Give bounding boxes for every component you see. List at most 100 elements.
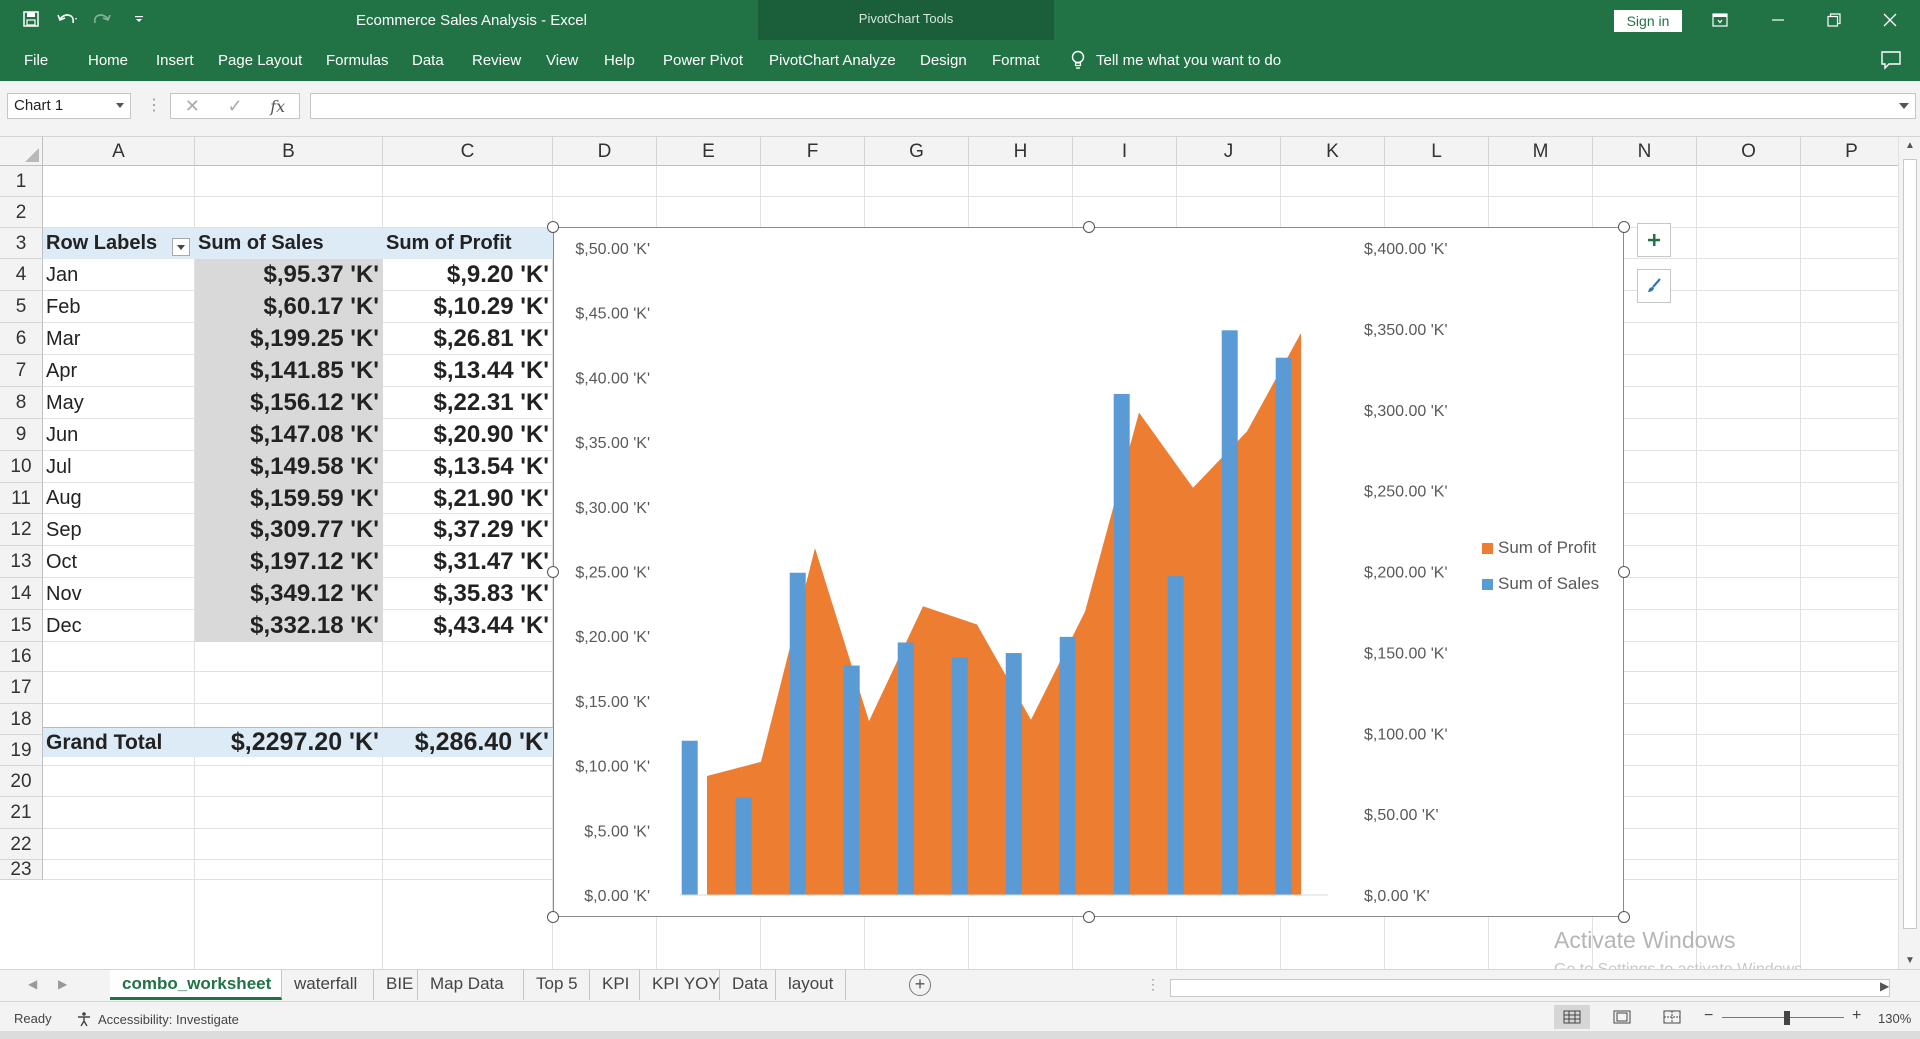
row-header-10[interactable]: 10	[0, 451, 43, 483]
row-header-8[interactable]: 8	[0, 387, 43, 419]
row-header-17[interactable]: 17	[0, 672, 43, 704]
pivot-profit-cell[interactable]: $,22.31 'K'	[383, 387, 553, 419]
pivot-profit-cell[interactable]: $,31.47 'K'	[383, 546, 553, 578]
grand-total-profit[interactable]: $,286.40 'K'	[383, 727, 553, 757]
row-header-20[interactable]: 20	[0, 766, 43, 797]
normal-view-button[interactable]	[1554, 1005, 1590, 1029]
formula-bar-resize-handle[interactable]: ⋮	[146, 95, 162, 115]
chart-resize-handle[interactable]	[547, 221, 559, 233]
worksheet-grid[interactable]: ABCDEFGHIJKLMNOP 1 2 3 4 5 6 7 8 9 10 11 12 13 14 15 16…	[0, 137, 1898, 969]
sign-in-button[interactable]: Sign in	[1614, 10, 1682, 32]
row-header-23[interactable]: 23	[0, 860, 43, 880]
tab-data[interactable]: Data	[412, 52, 444, 69]
row-header-14[interactable]: 14	[0, 578, 43, 610]
tab-split-handle[interactable]: ⋮	[1146, 976, 1160, 993]
tell-me-search[interactable]: Tell me what you want to do	[1070, 50, 1281, 70]
row-header-6[interactable]: 6	[0, 323, 43, 355]
chart-elements-button[interactable]	[1637, 223, 1671, 257]
zoom-in-button[interactable]: +	[1852, 1007, 1861, 1025]
row-header-5[interactable]: 5	[0, 291, 43, 323]
scroll-right-icon[interactable]: ▶	[1880, 979, 1889, 993]
sheet-tab-kpi-yoy[interactable]: KPI YOY	[640, 970, 720, 1000]
column-header-a[interactable]: A	[43, 137, 195, 166]
name-box[interactable]: Chart 1	[7, 93, 131, 119]
pivot-sales-cell[interactable]: $,149.58 'K'	[195, 451, 383, 483]
tab-page-layout[interactable]: Page Layout	[218, 52, 302, 69]
pivot-profit-cell[interactable]: $,13.44 'K'	[383, 355, 553, 387]
save-icon[interactable]	[20, 8, 42, 30]
pivot-row-label[interactable]: Nov	[43, 578, 195, 610]
pivot-row-label[interactable]: Apr	[43, 355, 195, 387]
column-header-i[interactable]: I	[1073, 137, 1177, 166]
column-header-h[interactable]: H	[969, 137, 1073, 166]
sheet-tab-kpi[interactable]: KPI	[590, 970, 640, 1000]
chart-resize-handle[interactable]	[1618, 566, 1630, 578]
select-all-button[interactable]	[0, 137, 43, 166]
sheet-tab-waterfall[interactable]: waterfall	[282, 970, 374, 1000]
column-header-c[interactable]: C	[383, 137, 553, 166]
tab-home[interactable]: Home	[88, 52, 128, 69]
column-header-d[interactable]: D	[553, 137, 657, 166]
sheet-tab-layout[interactable]: layout	[776, 970, 846, 1000]
horizontal-scrollbar[interactable]	[1170, 979, 1890, 997]
sheet-tab-bie[interactable]: BIE	[374, 970, 418, 1000]
row-header-18[interactable]: 18	[0, 704, 43, 735]
column-header-n[interactable]: N	[1593, 137, 1697, 166]
pivot-row-label[interactable]: Oct	[43, 546, 195, 578]
column-header-f[interactable]: F	[761, 137, 865, 166]
row-header-3[interactable]: 3	[0, 228, 43, 259]
close-icon[interactable]	[1876, 6, 1904, 34]
cancel-entry-icon[interactable]: ✕	[185, 96, 200, 117]
redo-icon[interactable]	[92, 8, 114, 30]
column-header-j[interactable]: J	[1177, 137, 1281, 166]
vertical-scroll-thumb[interactable]	[1903, 159, 1917, 929]
column-header-b[interactable]: B	[195, 137, 383, 166]
pivot-header-profit[interactable]: Sum of Profit	[383, 228, 553, 259]
chart-resize-handle[interactable]	[1082, 911, 1095, 923]
pivot-row-label[interactable]: May	[43, 387, 195, 419]
expand-formula-bar-icon[interactable]	[1899, 103, 1909, 109]
tab-view[interactable]: View	[546, 52, 578, 69]
pivot-profit-cell[interactable]: $,43.44 'K'	[383, 610, 553, 642]
row-header-11[interactable]: 11	[0, 483, 43, 514]
row-header-4[interactable]: 4	[0, 259, 43, 291]
zoom-slider-thumb[interactable]	[1784, 1011, 1790, 1025]
vertical-scrollbar[interactable]: ▲ ▼	[1898, 137, 1920, 969]
pivot-profit-cell[interactable]: $,35.83 'K'	[383, 578, 553, 610]
pivot-chart[interactable]: $,0.00 'K' $,5.00 'K' $,10.00 'K' $,15.00 '…	[553, 227, 1624, 917]
pivot-profit-cell[interactable]: $,21.90 'K'	[383, 483, 553, 514]
pivot-sales-cell[interactable]: $,309.77 'K'	[195, 514, 383, 546]
scroll-down-icon[interactable]: ▼	[1905, 955, 1915, 966]
pivot-profit-cell[interactable]: $,13.54 'K'	[383, 451, 553, 483]
formula-input[interactable]	[310, 93, 1916, 119]
row-header-7[interactable]: 7	[0, 355, 43, 387]
tab-help[interactable]: Help	[604, 52, 635, 69]
column-header-m[interactable]: M	[1489, 137, 1593, 166]
insert-function-button[interactable]: fx	[270, 97, 285, 116]
column-header-k[interactable]: K	[1281, 137, 1385, 166]
chart-resize-handle[interactable]	[1082, 221, 1095, 233]
customize-toolbar-icon[interactable]	[128, 8, 150, 30]
row-header-2[interactable]: 2	[0, 197, 43, 228]
grand-total-label[interactable]: Grand Total	[43, 727, 195, 757]
page-layout-view-button[interactable]	[1604, 1005, 1640, 1029]
row-header-21[interactable]: 21	[0, 797, 43, 829]
chart-styles-button[interactable]	[1637, 269, 1671, 303]
accessibility-checker[interactable]: Accessibility: Investigate	[76, 1011, 239, 1027]
row-header-15[interactable]: 15	[0, 610, 43, 642]
column-header-p[interactable]: P	[1801, 137, 1898, 166]
row-header-12[interactable]: 12	[0, 514, 43, 546]
restore-icon[interactable]	[1820, 6, 1848, 34]
pivot-row-label[interactable]: Jul	[43, 451, 195, 483]
page-break-view-button[interactable]	[1654, 1005, 1690, 1029]
tab-review[interactable]: Review	[472, 52, 521, 69]
chart-resize-handle[interactable]	[547, 911, 559, 923]
pivot-sales-cell[interactable]: $,95.37 'K'	[195, 259, 383, 291]
pivot-sales-cell[interactable]: $,349.12 'K'	[195, 578, 383, 610]
undo-icon[interactable]	[56, 8, 78, 30]
tab-insert[interactable]: Insert	[156, 52, 194, 69]
comments-icon[interactable]	[1880, 50, 1902, 70]
new-sheet-button[interactable]: +	[909, 974, 931, 996]
pivot-sales-cell[interactable]: $,199.25 'K'	[195, 323, 383, 355]
column-header-o[interactable]: O	[1697, 137, 1801, 166]
